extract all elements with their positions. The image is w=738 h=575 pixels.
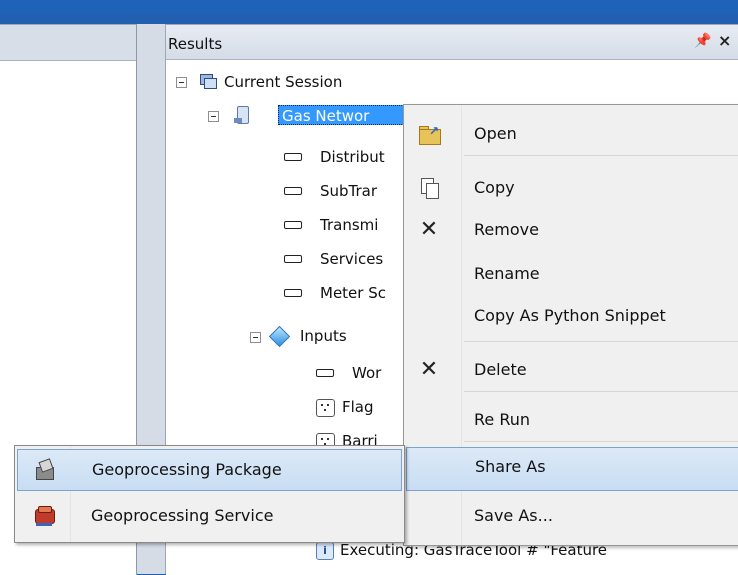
tree-item-label: Meter Sc (320, 284, 386, 302)
session-icon (200, 74, 217, 89)
menu-separator (464, 391, 738, 392)
tree-item-inputs[interactable]: Inputs (250, 325, 410, 348)
menu-separator (464, 341, 738, 342)
menu-item-save-as[interactable]: Save As... (404, 499, 738, 533)
menu-separator (464, 441, 738, 442)
menu-item-re-run[interactable]: Re Run (404, 403, 738, 437)
parameter-icon (284, 187, 302, 195)
collapse-icon[interactable] (208, 111, 219, 122)
results-panel-header: Results 📌 × (166, 25, 738, 60)
menu-item-label: Re Run (474, 410, 531, 429)
collapse-icon[interactable] (176, 77, 187, 88)
tree-item-label: SubTrar (320, 182, 378, 200)
remove-x-icon: ✕ (419, 217, 439, 242)
tree-item-parameter[interactable]: SubTrar (284, 180, 404, 202)
submenu-item-label: Geoprocessing Package (92, 460, 282, 479)
menu-item-remove[interactable]: ✕ Remove (404, 213, 738, 247)
context-menu: ↗ Open Copy ✕ Remove Rename Copy As Pyth… (403, 104, 738, 546)
parameter-icon (284, 255, 302, 263)
results-panel-title: Results (168, 35, 223, 53)
tree-item-input[interactable]: Flag (316, 396, 406, 418)
tree-item-current-session[interactable]: Current Session (176, 71, 476, 93)
menu-item-label: Open (474, 124, 517, 143)
tree-item-label: Wor (352, 364, 382, 382)
close-icon[interactable]: × (718, 31, 731, 50)
tree-item-label: Services (320, 250, 384, 268)
parameter-icon (284, 289, 302, 297)
menu-item-label: Copy As Python Snippet (474, 306, 666, 325)
menu-item-label: Save As... (474, 506, 553, 525)
tree-item-parameter[interactable]: Services (284, 248, 404, 270)
menu-item-open[interactable]: ↗ Open (404, 117, 738, 151)
submenu-item-geoprocessing-package[interactable]: Geoprocessing Package (17, 449, 402, 491)
tree-item-label: Transmi (320, 216, 379, 234)
tree-item-label: Flag (342, 398, 374, 416)
tree-item-label: Distribut (320, 148, 385, 166)
menu-item-copy[interactable]: Copy (404, 171, 738, 205)
menu-item-label: Rename (474, 264, 540, 283)
tree-item-parameter[interactable]: Transmi (284, 214, 404, 236)
tool-result-icon (234, 106, 250, 124)
copy-icon (419, 178, 439, 199)
tree-item-label: Current Session (224, 73, 343, 91)
parameter-icon (284, 153, 302, 161)
tree-item-parameter[interactable]: Distribut (284, 146, 404, 168)
share-as-submenu: Geoprocessing Package Geoprocessing Serv… (14, 445, 405, 543)
menu-item-copy-as-python-snippet[interactable]: Copy As Python Snippet (404, 299, 738, 333)
menu-item-label: Delete (474, 360, 527, 379)
submenu-item-label: Geoprocessing Service (91, 506, 274, 525)
menu-item-share-as[interactable]: Share As (406, 447, 738, 491)
menu-item-rename[interactable]: Rename (404, 257, 738, 291)
left-pane-header (0, 25, 136, 61)
geoprocessing-package-icon (34, 458, 56, 481)
menu-separator (464, 155, 738, 156)
info-icon: i (316, 542, 334, 560)
menu-item-label: Copy (474, 178, 515, 197)
tree-item-parameter[interactable]: Meter Sc (284, 282, 404, 304)
menu-item-label: Remove (474, 220, 539, 239)
menu-item-delete[interactable]: ✕ Delete (404, 353, 738, 387)
pin-icon[interactable]: 📌 (694, 33, 711, 49)
geoprocessing-service-icon (34, 505, 56, 527)
tree-item-label: Inputs (300, 327, 347, 345)
folder-open-icon: ↗ (419, 124, 441, 145)
window-top-stripe (0, 0, 738, 14)
delete-x-icon: ✕ (419, 357, 439, 382)
submenu-item-geoprocessing-service[interactable]: Geoprocessing Service (17, 496, 402, 538)
menu-item-label: Share As (475, 457, 546, 476)
parameter-icon (284, 221, 302, 229)
parameter-icon (316, 369, 334, 377)
point-features-icon (316, 399, 335, 417)
tree-item-input[interactable]: Wor (316, 362, 406, 384)
inputs-icon (268, 325, 291, 348)
collapse-icon[interactable] (250, 332, 261, 343)
